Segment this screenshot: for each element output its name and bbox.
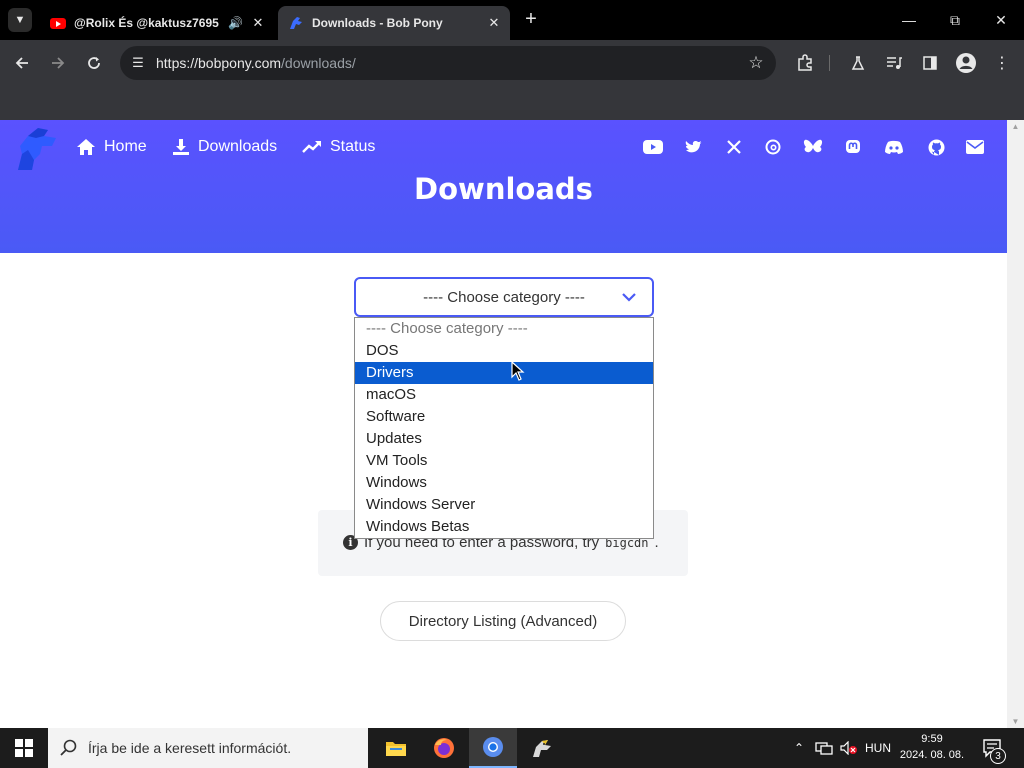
tab-youtube[interactable]: @Rolix És @kaktusz7695 P 🔊 ✕ xyxy=(40,6,274,40)
windows-logo-icon xyxy=(15,739,33,757)
category-select[interactable]: ---- Choose category ---- xyxy=(354,277,654,317)
file-explorer-icon[interactable] xyxy=(372,728,420,768)
discord-icon[interactable] xyxy=(883,137,905,157)
clock-date: 2024. 08. 08. xyxy=(899,749,965,761)
bobpony-icon xyxy=(288,15,304,31)
directory-listing-button[interactable]: Directory Listing (Advanced) xyxy=(380,601,626,641)
page-title: Downloads xyxy=(414,172,593,206)
restore-button[interactable]: ⧉ xyxy=(932,6,978,34)
email-icon[interactable] xyxy=(964,137,986,157)
tab-strip: ▼ @Rolix És @kaktusz7695 P 🔊 ✕ Downloads… xyxy=(0,0,1024,40)
scroll-up-arrow-icon[interactable]: ▲ xyxy=(1007,122,1024,131)
dropdown-option-macos[interactable]: macOS xyxy=(355,384,653,406)
category-select-value: ---- Choose category ---- xyxy=(423,288,585,306)
language-indicator[interactable]: HUN xyxy=(862,728,894,768)
tab-title: @Rolix És @kaktusz7695 P xyxy=(74,16,222,30)
taskbar-search[interactable]: Írja be ide a keresett információt. xyxy=(48,728,368,768)
arrow-right-icon xyxy=(52,57,65,69)
extensions-icon[interactable] xyxy=(793,51,817,75)
start-button[interactable] xyxy=(0,728,48,768)
dropdown-option-placeholder[interactable]: ---- Choose category ---- xyxy=(355,318,653,340)
mastodon-icon[interactable] xyxy=(842,137,864,157)
search-icon xyxy=(60,739,77,756)
dropdown-option-vm-tools[interactable]: VM Tools xyxy=(355,450,653,472)
bobpony-logo[interactable] xyxy=(12,124,62,174)
scroll-down-arrow-icon[interactable]: ▼ xyxy=(1007,717,1024,726)
back-button[interactable] xyxy=(10,51,34,75)
volume-muted-icon[interactable] xyxy=(838,728,860,768)
bobpony-app-icon[interactable] xyxy=(518,728,566,768)
side-panel-icon[interactable] xyxy=(918,51,942,75)
nav-home[interactable]: Home xyxy=(76,136,147,158)
clock[interactable]: 9:59 2024. 08. 08. xyxy=(898,731,966,763)
chevron-down-icon xyxy=(622,293,636,302)
site-info-icon[interactable]: ☰ xyxy=(120,55,156,71)
home-icon xyxy=(77,139,95,155)
notification-count-badge: 3 xyxy=(990,748,1006,764)
dropdown-option-windows[interactable]: Windows xyxy=(355,472,653,494)
labs-icon[interactable] xyxy=(846,51,870,75)
chrome-icon[interactable] xyxy=(469,728,517,768)
arrow-left-icon xyxy=(15,57,28,69)
site-header: Home Downloads Status Downloads xyxy=(0,120,1007,253)
tab-search-button[interactable]: ▼ xyxy=(8,8,32,32)
firefox-icon[interactable] xyxy=(420,728,468,768)
bluesky-icon[interactable] xyxy=(802,137,824,157)
dropdown-option-dos[interactable]: DOS xyxy=(355,340,653,362)
browser-toolbar: ☰ https://bobpony.com/downloads/ ☆ ⋮ xyxy=(0,40,1024,86)
chevron-up-icon: ⌃ xyxy=(793,741,805,755)
search-placeholder: Írja be ide a keresett információt. xyxy=(88,740,292,756)
clock-time: 9:59 xyxy=(921,733,943,745)
reload-button[interactable] xyxy=(82,51,106,75)
reload-icon xyxy=(88,57,100,69)
github-icon[interactable] xyxy=(925,137,947,157)
network-icon[interactable] xyxy=(813,728,835,768)
windows-taskbar: Írja be ide a keresett információt. ⌃ HU… xyxy=(0,728,1024,768)
show-hidden-icons-button[interactable]: ⌃ xyxy=(790,728,808,768)
speaker-icon[interactable]: 🔊 xyxy=(228,16,244,30)
dropdown-option-updates[interactable]: Updates xyxy=(355,428,653,450)
close-window-button[interactable]: ✕ xyxy=(978,6,1024,34)
nav-status[interactable]: Status xyxy=(302,136,375,158)
url-text[interactable]: https://bobpony.com/downloads/ xyxy=(156,55,736,71)
profile-avatar[interactable] xyxy=(954,51,978,75)
category-dropdown-list[interactable]: ---- Choose category ---- DOS Drivers ma… xyxy=(354,317,654,539)
tab-title: Downloads - Bob Pony xyxy=(312,16,443,30)
bookmark-star-icon[interactable]: ☆ xyxy=(736,53,776,73)
twitter-icon[interactable] xyxy=(683,137,705,157)
dropdown-option-windows-betas[interactable]: Windows Betas xyxy=(355,516,653,538)
close-icon[interactable]: ✕ xyxy=(486,15,502,31)
youtube-icon xyxy=(50,15,66,31)
more-menu-icon[interactable]: ⋮ xyxy=(990,51,1014,75)
media-controls-icon[interactable] xyxy=(882,51,906,75)
trending-icon xyxy=(302,141,321,153)
minimize-button[interactable]: — xyxy=(886,6,932,34)
close-icon[interactable]: ✕ xyxy=(250,15,266,31)
address-bar[interactable]: ☰ https://bobpony.com/downloads/ ☆ xyxy=(120,46,776,80)
scrollbar[interactable]: ▲ ▼ xyxy=(1007,120,1024,728)
toolbar-divider xyxy=(829,55,830,71)
youtube-icon[interactable] xyxy=(642,137,664,157)
bookmarks-bar xyxy=(0,86,1024,120)
new-tab-button[interactable]: + xyxy=(520,8,542,32)
page-viewport: Home Downloads Status Downloads ▲ ▼ ----… xyxy=(0,120,1024,728)
dropdown-option-drivers[interactable]: Drivers xyxy=(355,362,653,384)
x-icon[interactable] xyxy=(723,137,745,157)
tab-downloads[interactable]: Downloads - Bob Pony ✕ xyxy=(278,6,510,40)
threads-icon[interactable] xyxy=(762,137,784,157)
nav-downloads[interactable]: Downloads xyxy=(172,136,277,158)
chevron-down-icon: ▼ xyxy=(14,14,26,26)
forward-button[interactable] xyxy=(46,51,70,75)
mouse-cursor-icon xyxy=(511,361,525,381)
dropdown-option-windows-server[interactable]: Windows Server xyxy=(355,494,653,516)
download-icon xyxy=(173,139,189,155)
dropdown-option-software[interactable]: Software xyxy=(355,406,653,428)
